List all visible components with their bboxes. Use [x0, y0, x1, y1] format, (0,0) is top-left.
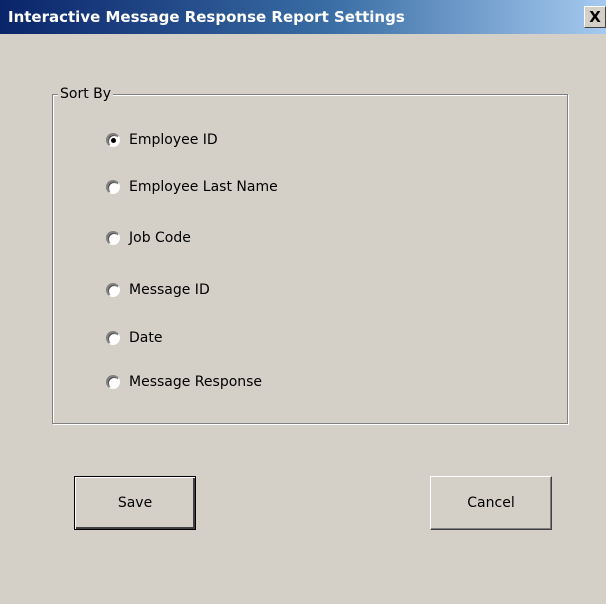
save-button[interactable]: Save — [74, 476, 196, 530]
radio-option-message-response[interactable]: Message Response — [106, 372, 262, 392]
radio-option-employee-id[interactable]: Employee ID — [106, 130, 218, 150]
radio-label-job-code: Job Code — [129, 230, 191, 246]
radio-dot — [111, 138, 116, 143]
radio-label-message-id: Message ID — [129, 282, 210, 298]
cancel-button[interactable]: Cancel — [430, 476, 552, 530]
radio-option-employee-last-name[interactable]: Employee Last Name — [106, 177, 278, 197]
radio-option-job-code[interactable]: Job Code — [106, 228, 191, 248]
radio-option-date[interactable]: Date — [106, 328, 162, 348]
radio-button-employee-id[interactable] — [106, 133, 120, 147]
radio-button-message-id[interactable] — [106, 283, 120, 297]
close-icon: X — [589, 8, 601, 26]
radio-option-message-id[interactable]: Message ID — [106, 280, 210, 300]
radio-label-employee-last-name: Employee Last Name — [129, 179, 278, 195]
radio-button-message-response[interactable] — [106, 375, 120, 389]
radio-button-employee-last-name[interactable] — [106, 180, 120, 194]
radio-label-message-response: Message Response — [129, 374, 263, 390]
close-button[interactable]: X — [584, 6, 606, 28]
sort-by-legend: Sort By — [58, 86, 114, 102]
title-bar[interactable]: Interactive Message Response Report Sett… — [0, 0, 606, 34]
radio-label-employee-id: Employee ID — [129, 132, 218, 148]
window-title: Interactive Message Response Report Sett… — [8, 8, 405, 26]
radio-button-date[interactable] — [106, 331, 120, 345]
radio-button-job-code[interactable] — [106, 231, 120, 245]
dialog-window: Interactive Message Response Report Sett… — [0, 0, 606, 604]
radio-label-date: Date — [129, 330, 163, 346]
